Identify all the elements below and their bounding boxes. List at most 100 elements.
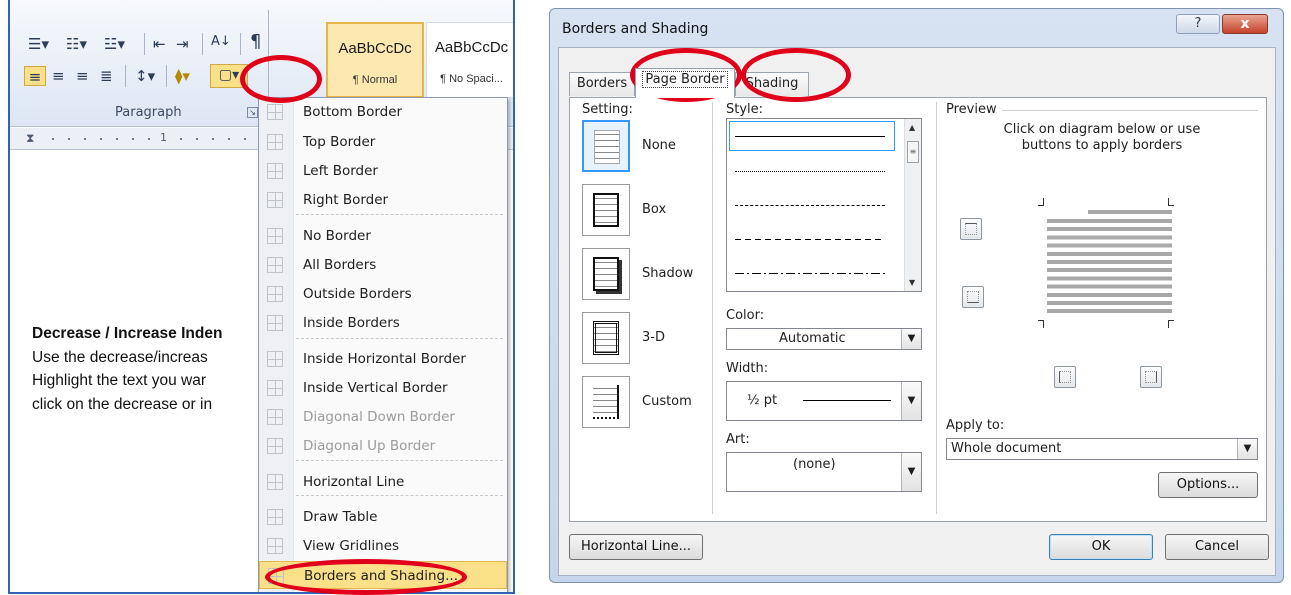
ruler-tick	[212, 138, 214, 140]
width-dropdown[interactable]: ½ pt ▼	[726, 381, 922, 421]
shading-bucket-icon[interactable]: ⧫▾	[175, 66, 190, 86]
page-thumbnail	[594, 130, 620, 164]
preview-top-border-button[interactable]	[960, 218, 982, 240]
all-borders-icon	[267, 257, 283, 273]
menu-item-top-border[interactable]: Top Border	[259, 128, 507, 156]
cancel-button[interactable]: Cancel	[1165, 534, 1269, 560]
line-spacing-icon[interactable]: ↕▾	[135, 66, 155, 86]
menu-item-left-border[interactable]: Left Border	[259, 157, 507, 185]
line-style-solid[interactable]	[735, 136, 885, 137]
menu-item-inside-horizontal-border[interactable]: Inside Horizontal Border	[259, 345, 507, 373]
art-dropdown[interactable]: (none) ▼	[726, 452, 922, 492]
dialog-launcher-icon[interactable]: ↘	[247, 107, 258, 118]
line-style-dotted[interactable]	[735, 171, 885, 172]
style-no-spacing[interactable]: AaBbCcDc ¶ No Spaci...	[426, 22, 513, 98]
setting-label-custom[interactable]: Custom	[642, 394, 692, 409]
sort-icon[interactable]: A↓	[211, 32, 231, 52]
width-sample-line	[803, 400, 891, 401]
setting-box-icon[interactable]	[582, 184, 630, 236]
options-button[interactable]: Options...	[1158, 472, 1258, 498]
ruler-tick	[68, 138, 70, 140]
horizontal-line-icon	[267, 474, 283, 490]
menu-item-bottom-border[interactable]: Bottom Border	[259, 98, 507, 126]
preview-page[interactable]	[1030, 198, 1180, 328]
align-left-icon[interactable]: ≡	[24, 66, 46, 86]
ruler-tick	[52, 138, 54, 140]
ok-button[interactable]: OK	[1049, 534, 1153, 560]
menu-item-draw-table[interactable]: Draw Table	[259, 503, 507, 531]
setting-shadow-icon[interactable]	[582, 248, 630, 300]
indent-marker-icon[interactable]: ⧗	[26, 131, 34, 146]
preview-left-border-button[interactable]	[1054, 366, 1076, 388]
color-value: Automatic	[779, 331, 846, 346]
apply-to-dropdown[interactable]: Whole document ▼	[946, 438, 1258, 460]
justify-icon[interactable]: ≣	[100, 66, 113, 86]
separator	[125, 65, 126, 87]
menu-item-horizontal-line[interactable]: Horizontal Line	[259, 468, 507, 496]
decrease-indent-icon[interactable]: ⇤	[153, 34, 166, 54]
style-scrollbar[interactable]: ▲ ≡ ▼	[904, 119, 921, 291]
scroll-down-icon[interactable]: ▼	[909, 278, 915, 287]
scroll-thumb[interactable]: ≡	[907, 141, 919, 163]
art-value: (none)	[793, 457, 836, 472]
menu-item-diagonal-up-border: Diagonal Up Border	[259, 432, 507, 460]
top-border-icon	[267, 134, 283, 150]
numbering-icon[interactable]: ☷▾	[66, 34, 87, 54]
menu-item-view-gridlines[interactable]: View Gridlines	[259, 532, 507, 560]
show-hide-pilcrow-icon[interactable]: ¶	[250, 32, 261, 52]
annotation-circle-borders-button	[240, 55, 322, 103]
menu-item-no-border[interactable]: No Border	[259, 222, 507, 250]
menu-item-all-borders[interactable]: All Borders	[259, 251, 507, 279]
menu-separator	[296, 460, 503, 461]
setting-custom-icon[interactable]	[582, 376, 630, 428]
color-label: Color:	[726, 308, 765, 323]
setting-label-3-d[interactable]: 3-D	[642, 330, 665, 345]
page-thumbnail	[593, 193, 619, 227]
setting-3-d-icon[interactable]	[582, 312, 630, 364]
bottom-border-icon	[967, 291, 979, 303]
line-style-dash[interactable]	[735, 239, 885, 240]
line-style-dash-dot[interactable]	[735, 273, 885, 274]
corner-mark	[1168, 198, 1174, 206]
setting-label: Setting:	[582, 102, 633, 117]
color-dropdown[interactable]: Automatic ▼	[726, 328, 922, 350]
increase-indent-icon[interactable]: ⇥	[176, 34, 189, 54]
help-button[interactable]: ?	[1176, 14, 1220, 34]
menu-item-inside-borders[interactable]: Inside Borders	[259, 309, 507, 337]
menu-item-outside-borders[interactable]: Outside Borders	[259, 280, 507, 308]
align-right-icon[interactable]: ≡	[76, 66, 89, 86]
chevron-down-icon[interactable]: ▼	[901, 453, 921, 491]
align-center-icon[interactable]: ≡	[52, 66, 65, 86]
separator	[144, 33, 145, 55]
horizontal-line-button[interactable]: Horizontal Line...	[569, 534, 703, 560]
setting-label-shadow[interactable]: Shadow	[642, 266, 693, 281]
annotation-circle-shading-tab	[741, 48, 851, 102]
annotation-circle-borders-and-shading	[265, 559, 467, 595]
page-thumbnail	[593, 321, 619, 355]
style-listbox[interactable]: ▲ ≡ ▼	[726, 118, 922, 292]
chevron-down-icon[interactable]: ▼	[901, 329, 921, 349]
setting-label-box[interactable]: Box	[642, 202, 666, 217]
menu-item-inside-vertical-border[interactable]: Inside Vertical Border	[259, 374, 507, 402]
menu-item-label: Bottom Border	[303, 104, 403, 120]
tab-page-border[interactable]: Page Border	[635, 68, 735, 98]
line-style-small-dash[interactable]	[735, 205, 885, 206]
menu-item-label: Draw Table	[303, 509, 378, 525]
style-normal[interactable]: AaBbCcDc ¶ Normal	[326, 22, 424, 98]
style-name: ¶ No Spaci...	[440, 73, 503, 85]
preview-right-border-button[interactable]	[1140, 366, 1162, 388]
bullets-icon[interactable]: ☰▾	[28, 34, 49, 54]
setting-none-icon[interactable]	[582, 120, 630, 172]
art-label: Art:	[726, 432, 750, 447]
scroll-up-icon[interactable]: ▲	[909, 123, 915, 132]
preview-bottom-border-button[interactable]	[962, 286, 984, 308]
multilevel-list-icon[interactable]: ☳▾	[104, 34, 125, 54]
setting-label-none[interactable]: None	[642, 138, 676, 153]
close-button[interactable]: x	[1222, 14, 1268, 34]
dialog-title: Borders and Shading	[562, 21, 709, 37]
outside-borders-icon	[267, 286, 283, 302]
chevron-down-icon[interactable]: ▼	[1237, 439, 1257, 459]
menu-item-right-border[interactable]: Right Border	[259, 186, 507, 214]
chevron-down-icon[interactable]: ▼	[901, 382, 921, 420]
tab-borders[interactable]: Borders	[569, 72, 635, 96]
